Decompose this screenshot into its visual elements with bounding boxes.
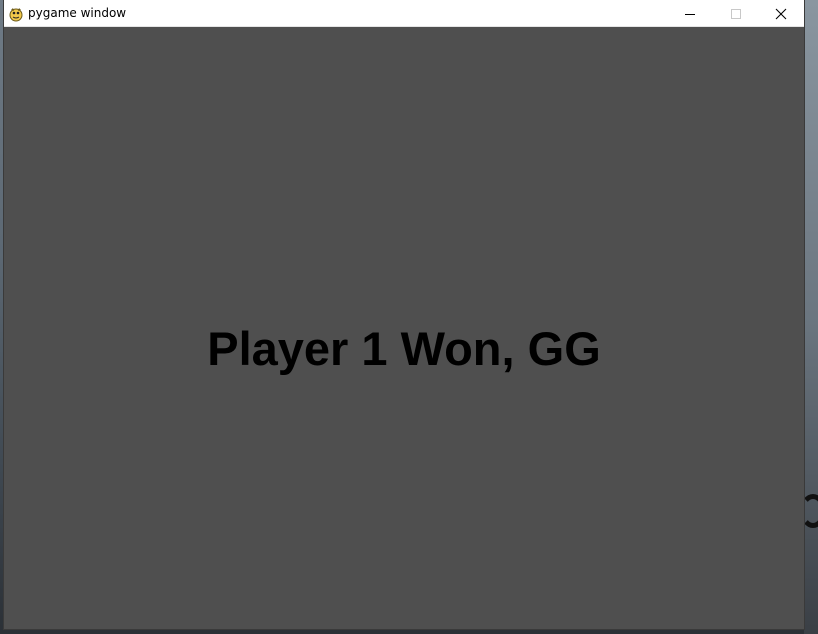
close-button[interactable] (758, 0, 804, 27)
game-canvas[interactable]: Player 1 Won, GG (4, 27, 804, 629)
title-bar[interactable]: pygame window (4, 0, 804, 27)
minimize-icon (685, 13, 695, 15)
pygame-window: pygame window Player 1 Won, GG (4, 0, 804, 629)
pygame-app-icon (8, 6, 24, 22)
win-message: Player 1 Won, GG (207, 322, 601, 375)
maximize-button[interactable] (713, 0, 759, 27)
minimize-button[interactable] (667, 0, 713, 27)
close-icon (775, 8, 787, 19)
window-title: pygame window (28, 6, 127, 20)
maximize-icon (731, 8, 741, 19)
desktop-background (804, 0, 818, 634)
